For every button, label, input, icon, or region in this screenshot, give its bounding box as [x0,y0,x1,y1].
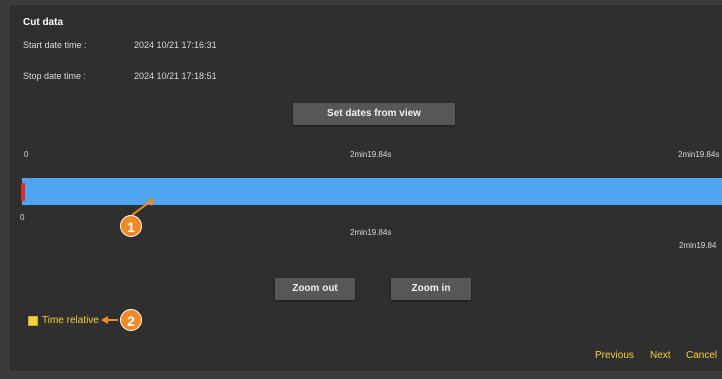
zoom-in-button[interactable]: Zoom in [391,278,471,300]
start-date-value: 2024 10/21 17:16:31 [134,40,217,50]
bottom-tick-middle: 2min19.84s [350,228,392,237]
callout-badge-2: 2 [120,309,142,331]
timeline-start-handle[interactable] [21,183,25,201]
zoom-out-button[interactable]: Zoom out [275,278,355,300]
start-date-label: Start date time : [23,40,87,50]
timeline-bar[interactable] [22,178,722,205]
next-button[interactable]: Next [650,350,671,361]
stop-date-value: 2024 10/21 17:18:51 [134,71,217,81]
top-tick-start: 0 [24,150,29,159]
top-tick-end: 2min19.84s [678,150,720,159]
dialog-title: Cut data [23,17,63,28]
time-relative-checkbox[interactable] [28,316,38,326]
time-relative-label[interactable]: Time relative [42,315,99,326]
stop-date-label: Stop date time : [23,71,87,81]
previous-button[interactable]: Previous [595,350,634,361]
callout-2-arrow-icon [101,316,118,324]
bottom-tick-end: 2min19.84 [679,241,717,250]
top-tick-middle: 2min19.84s [350,150,392,159]
cancel-button[interactable]: Cancel [686,350,717,361]
bottom-tick-start: 0 [20,213,25,222]
callout-badge-1: 1 [120,215,142,237]
set-dates-from-view-button[interactable]: Set dates from view [293,103,455,125]
callout-1-arrow-icon [131,198,155,216]
cut-data-dialog: Cut data Start date time : 2024 10/21 17… [10,5,722,371]
